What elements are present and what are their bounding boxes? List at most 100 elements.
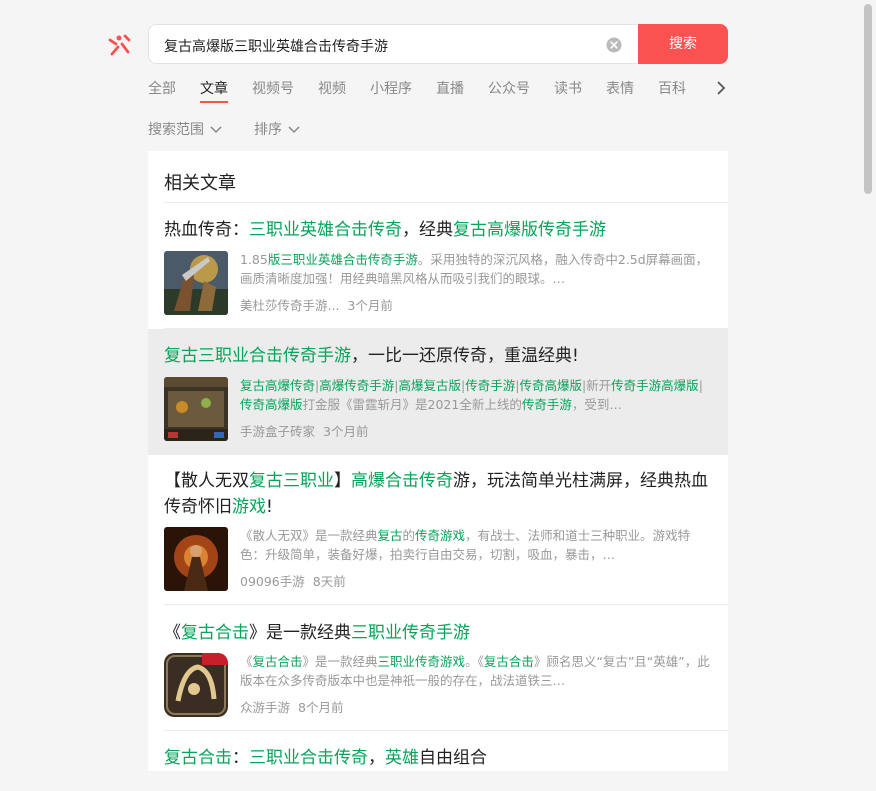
highlighted-keyword: 复古合击 [181, 623, 249, 643]
article-item[interactable]: 《复古合击》是一款经典三职业传奇手游 《复古合击》是一款经典三职业传奇游戏。《复… [148, 605, 728, 731]
text-segment: 《 [164, 623, 181, 643]
text-segment: ，一比一还原传奇，重温经典! [351, 346, 579, 366]
text-segment: 自由组合 [419, 748, 487, 768]
article-item[interactable]: 复古三职业合击传奇手游，一比一还原传奇，重温经典! 复古高爆传奇 | 高爆传奇手游 |… [148, 329, 728, 455]
text-segment: 》是一款经典 [249, 623, 351, 643]
highlighted-keyword: 英雄 [385, 748, 419, 768]
search-button[interactable]: 搜索 [638, 24, 728, 64]
article-snippet: 1.85版三职业英雄合击传奇手游。采用独特的深沉风格，融入传奇中2.5d屏幕画面… [240, 250, 712, 288]
tab-encyclopedia[interactable]: 百科 [658, 78, 686, 98]
article-snippet: 复古高爆传奇|高爆传奇手游|高爆复古版|传奇手游|传奇高爆版|新开传奇手游高爆版… [240, 376, 712, 414]
highlighted-keyword: 传奇高爆版 [519, 378, 582, 393]
article-title[interactable]: 复古三职业合击传奇手游，一比一还原传奇，重温经典! [164, 343, 712, 369]
highlighted-keyword: 复古合击 [483, 654, 534, 669]
text-segment: |新开 [581, 378, 612, 393]
article-thumbnail [164, 527, 228, 591]
tab-channels[interactable]: 视频号 [252, 78, 294, 98]
chevron-right-icon[interactable] [714, 79, 728, 97]
highlighted-keyword: 复古合击 [252, 654, 303, 669]
highlighted-keyword: 三职业英雄合击传奇 [249, 220, 402, 240]
article-meta: 手游盒子砖家 3个月前 [240, 421, 368, 440]
article-snippet: 《复古合击》是一款经典三职业传奇游戏。《复古合击》顾名思义“复古”且“英雄”，此… [240, 652, 712, 690]
article-title[interactable]: 《复古合击》是一款经典三职业传奇手游 [164, 620, 712, 646]
highlighted-keyword: 复古高爆版传奇手游 [453, 220, 606, 240]
article-thumbnail [164, 377, 228, 441]
search-input[interactable]: 复古高爆版三职业英雄合击传奇手游 [148, 24, 638, 64]
clear-icon[interactable] [606, 37, 622, 53]
article-thumbnail [164, 251, 228, 315]
tab-videos[interactable]: 视频 [318, 78, 346, 98]
highlighted-keyword: 传奇手游 [521, 397, 572, 412]
highlighted-keyword: 复古三职业合击传奇手游 [164, 346, 351, 366]
article-meta: 众游手游 8个月前 [240, 697, 343, 716]
highlighted-keyword: 传奇手游高爆版 [611, 378, 699, 393]
text-segment: 》是一款经典 [302, 654, 378, 669]
text-segment: ： [232, 748, 249, 768]
article-item[interactable]: 复古合击：三职业合击传奇，英雄自由组合 [148, 731, 728, 791]
text-segment: 】 [334, 471, 351, 491]
text-segment: 【散人无双 [164, 471, 249, 491]
tab-stickers[interactable]: 表情 [606, 78, 634, 98]
tab-mini-programs[interactable]: 小程序 [370, 78, 412, 98]
highlighted-keyword: 复古 [377, 528, 403, 543]
article-time: 8个月前 [298, 700, 344, 715]
article-snippet: 《散人无双》是一款经典复古的传奇游戏，有战士、法师和道士三种职业。游戏特色：升级… [240, 526, 712, 564]
text-segment: 1.85 [240, 252, 268, 267]
sort-label: 排序 [254, 122, 282, 138]
highlighted-keyword: 三职业合击传奇 [249, 748, 368, 768]
text-segment: ， [368, 748, 385, 768]
highlighted-keyword: 高爆传奇手游 [319, 378, 395, 393]
text-segment: 的 [402, 528, 416, 543]
text-segment: | [698, 378, 703, 393]
tab-all[interactable]: 全部 [148, 78, 176, 98]
section-title: 相关文章 [164, 173, 236, 194]
tab-official-accounts[interactable]: 公众号 [488, 78, 530, 98]
highlighted-keyword: 游戏 [232, 497, 266, 517]
text-segment: ! [266, 497, 273, 517]
text-segment: ，经典 [402, 220, 453, 240]
highlighted-keyword: 高爆合击传奇 [351, 471, 453, 491]
highlighted-keyword: 高爆复古版 [398, 378, 461, 393]
scrollbar[interactable] [864, 4, 872, 194]
article-thumbnail [164, 653, 228, 717]
text-segment: 打金服《雷霆斩月》是2021全新上线的 [302, 397, 522, 412]
article-source[interactable]: 众游手游 [240, 700, 290, 715]
article-item[interactable]: 【散人无双复古三职业】高爆合击传奇游，玩法简单光柱满屏，经典热血传奇怀旧游戏! … [148, 455, 728, 605]
text-segment: 《 [240, 654, 253, 669]
results-panel: 相关文章 热血传奇：三职业英雄合击传奇，经典复古高爆版传奇手游 1.85版三职业… [148, 151, 728, 771]
search-range-filter[interactable]: 搜索范围 [148, 119, 223, 139]
article-meta: 美杜莎传奇手游... 3个月前 [240, 295, 393, 314]
highlighted-keyword: 复古三职业 [249, 471, 334, 491]
text-segment: ，受到… [571, 397, 622, 412]
article-source[interactable]: 手游盒子砖家 [240, 424, 315, 439]
highlighted-keyword: 传奇手游 [465, 378, 516, 393]
text-segment: 。《 [465, 654, 484, 669]
highlighted-keyword: 传奇游戏 [415, 528, 466, 543]
article-meta: 09096手游 8天前 [240, 571, 346, 590]
tab-articles[interactable]: 文章 [200, 78, 228, 103]
tab-live[interactable]: 直播 [436, 78, 464, 98]
article-time: 8天前 [312, 574, 346, 589]
article-title[interactable]: 复古合击：三职业合击传奇，英雄自由组合 [164, 745, 712, 771]
highlighted-keyword: 三职业传奇手游 [351, 623, 470, 643]
article-time: 3个月前 [323, 424, 369, 439]
sort-filter[interactable]: 排序 [254, 119, 301, 139]
search-range-label: 搜索范围 [148, 122, 204, 138]
highlighted-keyword: 复古合击 [164, 748, 232, 768]
search-query-text[interactable]: 复古高爆版三职业英雄合击传奇手游 [164, 36, 388, 56]
chevron-down-icon [288, 126, 300, 134]
article-title[interactable]: 【散人无双复古三职业】高爆合击传奇游，玩法简单光柱满屏，经典热血传奇怀旧游戏! [164, 468, 712, 520]
article-source[interactable]: 美杜莎传奇手游... [240, 298, 339, 313]
article-time: 3个月前 [347, 298, 393, 313]
highlighted-keyword: 版三职业英雄合击传奇手游 [267, 252, 418, 267]
tab-books[interactable]: 读书 [554, 78, 582, 98]
text-segment: 《散人无双》是一款经典 [240, 528, 378, 543]
article-item[interactable]: 热血传奇：三职业英雄合击传奇，经典复古高爆版传奇手游 1.85版三职业英雄合击传… [148, 203, 728, 329]
highlighted-keyword: 三职业传奇游戏 [377, 654, 466, 669]
wechat-search-logo-icon[interactable] [104, 30, 134, 60]
article-title[interactable]: 热血传奇：三职业英雄合击传奇，经典复古高爆版传奇手游 [164, 217, 712, 243]
article-source[interactable]: 09096手游 [240, 574, 305, 589]
text-segment: 热血传奇： [164, 220, 249, 240]
highlighted-keyword: 复古高爆传奇 [240, 378, 316, 393]
highlighted-keyword: 传奇高爆版 [240, 397, 303, 412]
